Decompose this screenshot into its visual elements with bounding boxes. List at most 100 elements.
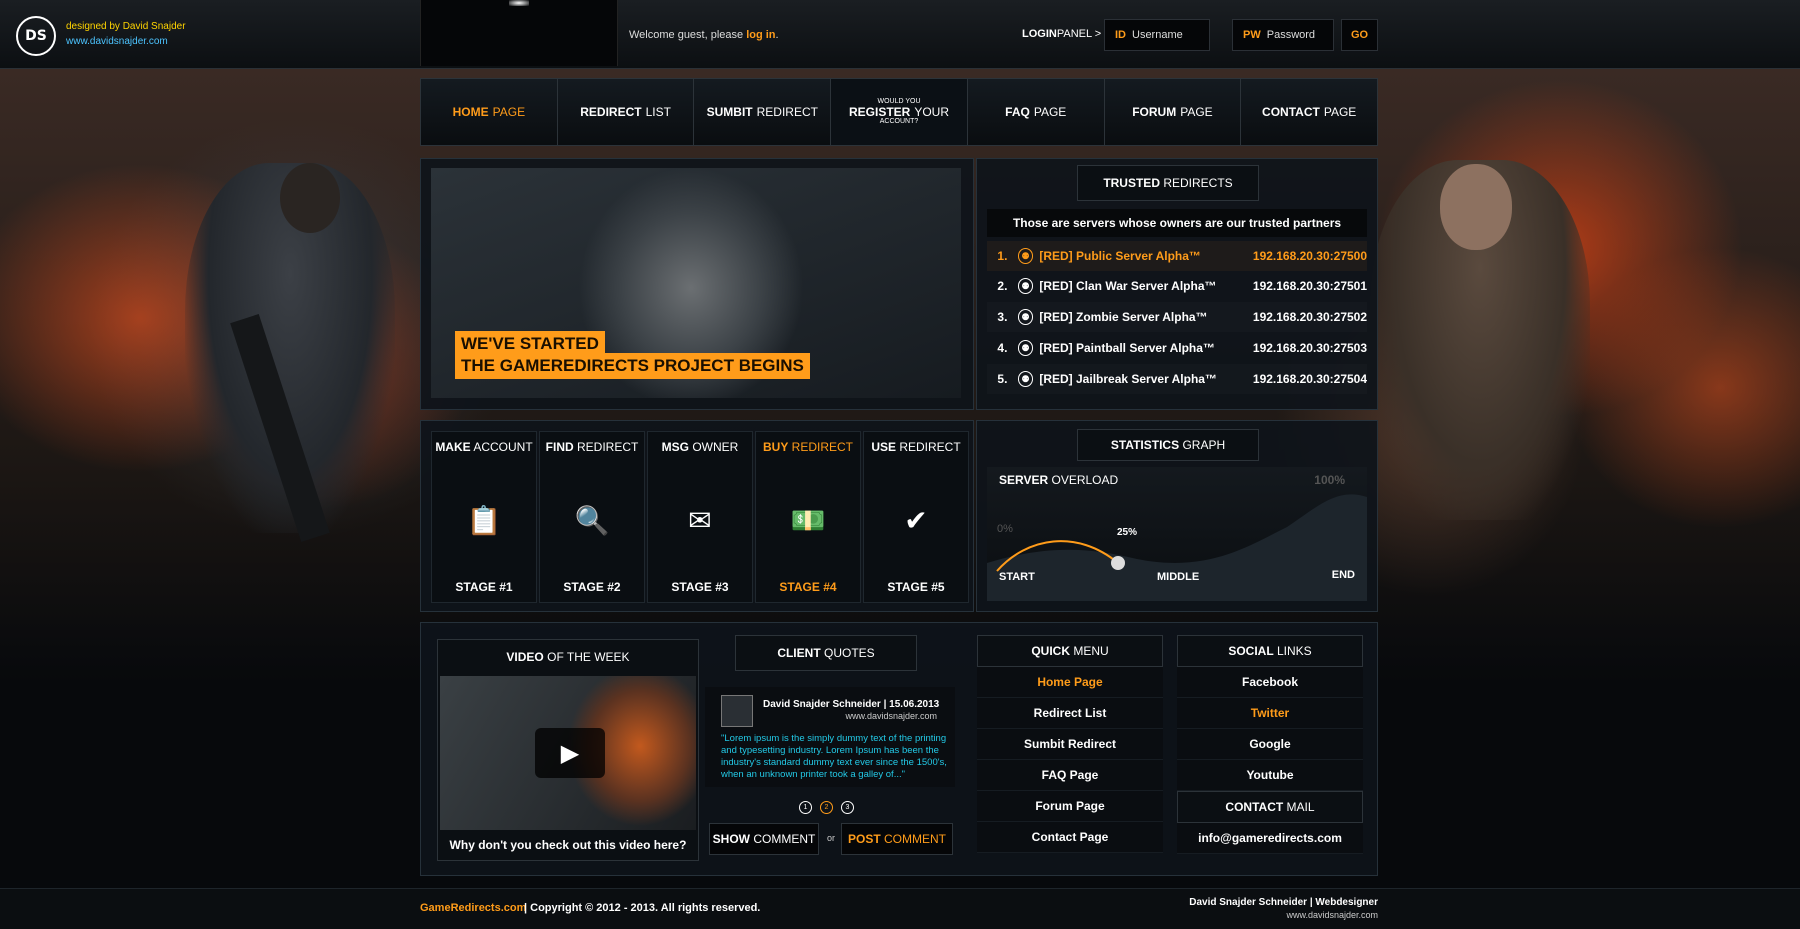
stage-make-account[interactable]: MAKE ACCOUNT 📋 STAGE #1 <box>431 431 537 603</box>
stage-title-bold: MAKE <box>435 440 471 454</box>
video-caption[interactable]: Why don't you check out this video here? <box>438 838 698 852</box>
nav-home-bold: HOME <box>452 105 489 119</box>
login-panel-rest: PANEL > <box>1056 28 1102 40</box>
stage-number: STAGE #4 <box>779 580 837 594</box>
nav-home-rest: PAGE <box>492 105 526 119</box>
quote-site[interactable]: www.davidsnajder.com <box>845 711 937 721</box>
quote-text: "Lorem ipsum is the simply dummy text of… <box>721 733 947 780</box>
password-placeholder: Password <box>1266 29 1316 41</box>
server-icon: ⚉ <box>1017 340 1034 356</box>
quick-menu: QUICK MENU Home Page Redirect List Sumbi… <box>977 635 1163 853</box>
trusted-subtitle: Those are servers whose owners are our t… <box>987 209 1367 237</box>
login-link[interactable]: log in <box>746 29 775 41</box>
overload-slider-knob[interactable] <box>1111 556 1125 570</box>
stage-find-redirect[interactable]: FIND REDIRECT 🔍 STAGE #2 <box>539 431 645 603</box>
footer-author-site[interactable]: www.davidsnajder.com <box>1286 910 1378 920</box>
stage-title: MAKE ACCOUNT <box>432 440 536 454</box>
quick-menu-item[interactable]: Sumbit Redirect <box>977 729 1163 760</box>
show-rest: COMMENT <box>753 832 816 846</box>
server-row[interactable]: 1. ⚉ [RED] Public Server Alpha™ 192.168.20.… <box>987 241 1367 271</box>
server-ip: 192.168.20.30:27500 <box>1252 249 1368 263</box>
server-row[interactable]: 5. ⚉ [RED] Jailbreak Server Alpha™ 192.168.… <box>987 364 1367 394</box>
server-row[interactable]: 4. ⚉ [RED] Paintball Server Alpha™ 192.168.… <box>987 333 1367 363</box>
post-comment-button[interactable]: POST COMMENT <box>841 823 953 855</box>
top-bar: DS designed by David Snajder www.davidsn… <box>0 0 1800 69</box>
video-title-rest: OF THE WEEK <box>547 650 630 664</box>
nav-redirect-list[interactable]: REDIRECT LIST <box>558 79 695 145</box>
stage-buy-redirect[interactable]: BUY REDIRECT 💵 STAGE #4 <box>755 431 861 603</box>
nav-submit-bold: SUMBIT <box>706 105 753 119</box>
username-field[interactable]: ID Username <box>1104 19 1210 51</box>
nav-forum[interactable]: FORUM PAGE <box>1105 79 1242 145</box>
quote-page-3[interactable]: 3 <box>841 801 854 814</box>
clipboard-icon: 📋 <box>466 503 502 537</box>
post-bold: POST <box>847 832 881 846</box>
server-row[interactable]: 3. ⚉ [RED] Zombie Server Alpha™ 192.168.20.… <box>987 302 1367 332</box>
stage-use-redirect[interactable]: USE REDIRECT ✔ STAGE #5 <box>863 431 969 603</box>
client-quotes-heading: CLIENT QUOTES <box>735 635 917 671</box>
stage-number: STAGE #5 <box>887 580 945 594</box>
nav-register-bottom: ACCOUNT? <box>879 118 919 125</box>
stage-msg-owner[interactable]: MSG OWNER ✉ STAGE #3 <box>647 431 753 603</box>
quick-menu-item[interactable]: FAQ Page <box>977 760 1163 791</box>
footer-brand-link[interactable]: GameRedirects.com <box>420 902 526 914</box>
stage-number: STAGE #3 <box>671 580 729 594</box>
contact-head-bold: CONTACT <box>1225 800 1284 814</box>
nav-forum-bold: FORUM <box>1132 105 1177 119</box>
username-tag: ID <box>1115 29 1126 41</box>
soldier-left-image <box>185 163 395 543</box>
social-twitter[interactable]: Twitter <box>1177 698 1363 729</box>
nav-redirect-list-rest: LIST <box>645 105 671 119</box>
nav-submit-redirect[interactable]: SUMBIT REDIRECT <box>694 79 832 145</box>
quick-menu-item[interactable]: Redirect List <box>977 698 1163 729</box>
social-google[interactable]: Google <box>1177 729 1363 760</box>
server-row[interactable]: 2. ⚉ [RED] Clan War Server Alpha™ 192.168.2… <box>987 271 1367 301</box>
password-tag: PW <box>1243 29 1261 41</box>
check-icon: ✔ <box>904 503 928 537</box>
graph-end: END <box>1331 569 1355 581</box>
video-thumbnail[interactable]: ▶ <box>440 676 696 830</box>
stage-title-rest: OWNER <box>692 440 739 454</box>
server-name: [RED] Clan War Server Alpha™ <box>1039 279 1217 293</box>
quick-head-bold: QUICK <box>1031 644 1070 658</box>
ds-logo[interactable]: DS <box>16 16 56 56</box>
bottom-section: VIDEO OF THE WEEK ▶ Why don't you check … <box>420 622 1378 876</box>
quick-menu-item[interactable]: Contact Page <box>977 822 1163 853</box>
nav-register-rest: YOUR <box>914 105 950 119</box>
overload-min: 0% <box>997 523 1013 535</box>
show-comment-button[interactable]: SHOW COMMENT <box>709 823 819 855</box>
quick-menu-item[interactable]: Home Page <box>977 667 1163 698</box>
play-icon[interactable]: ▶ <box>535 728 605 778</box>
quotes-head-bold: CLIENT <box>777 646 821 660</box>
graph-middle: MIDDLE <box>1157 571 1200 583</box>
social-links-heading: SOCIAL LINKS <box>1177 635 1363 667</box>
stage-title-rest: ACCOUNT <box>473 440 533 454</box>
login-go-button[interactable]: GO <box>1341 19 1378 51</box>
money-icon: 💵 <box>790 503 826 537</box>
nav-forum-rest: PAGE <box>1180 105 1213 119</box>
quote-page-1[interactable]: 1 <box>799 801 812 814</box>
nav-faq[interactable]: FAQ PAGE <box>968 79 1105 145</box>
quick-head-rest: MENU <box>1073 644 1109 658</box>
social-facebook[interactable]: Facebook <box>1177 667 1363 698</box>
social-head-bold: SOCIAL <box>1228 644 1274 658</box>
stage-title-rest: REDIRECT <box>899 440 961 454</box>
server-name: [RED] Zombie Server Alpha™ <box>1039 310 1208 324</box>
social-youtube[interactable]: Youtube <box>1177 760 1363 791</box>
quick-menu-item[interactable]: Forum Page <box>977 791 1163 822</box>
server-num: 4. <box>997 341 1008 355</box>
contact-email-link[interactable]: info@gameredirects.com <box>1177 823 1363 854</box>
nav-register[interactable]: WOULD YOU REGISTER YOUR ACCOUNT? <box>831 79 968 145</box>
social-links: SOCIAL LINKS Facebook Twitter Google You… <box>1177 635 1363 854</box>
contact-head-rest: MAIL <box>1286 800 1315 814</box>
designer-site-link[interactable]: www.davidsnajder.com <box>66 36 168 47</box>
envelope-icon: ✉ <box>688 503 712 537</box>
stats-head-bold: STATISTICS <box>1110 438 1180 452</box>
password-field[interactable]: PW Password <box>1232 19 1334 51</box>
stage-title-rest: REDIRECT <box>791 440 854 454</box>
nav-contact[interactable]: CONTACT PAGE <box>1241 79 1377 145</box>
nav-home[interactable]: HOME PAGE <box>421 79 558 145</box>
quote-card: David Snajder Schneider | 15.06.2013 www… <box>705 687 955 787</box>
quote-page-2[interactable]: 2 <box>820 801 833 814</box>
overload-label: SERVER OVERLOAD <box>999 473 1118 487</box>
